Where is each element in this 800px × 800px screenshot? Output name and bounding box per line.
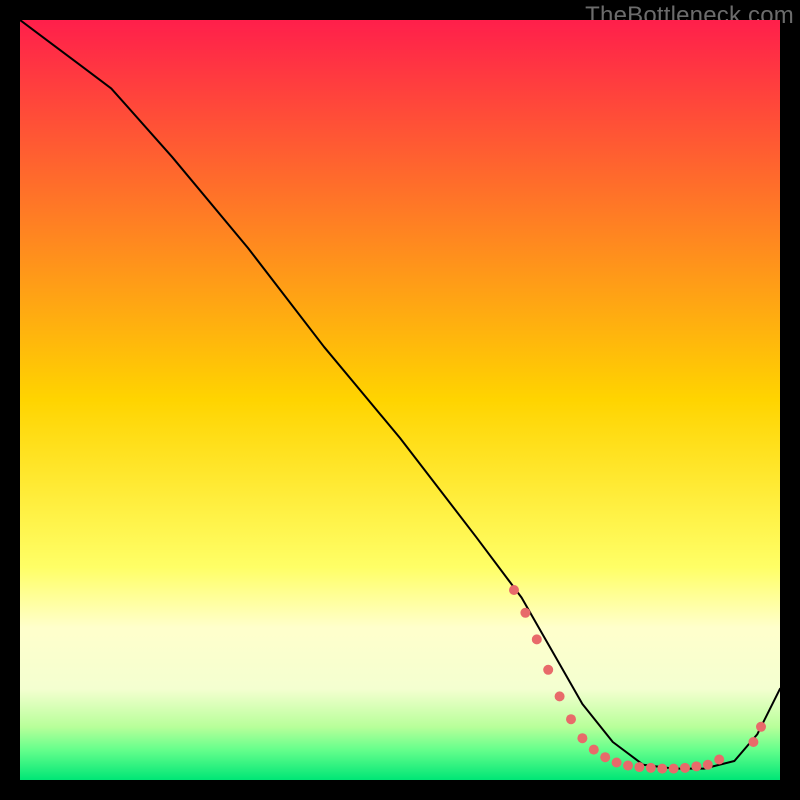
highlight-dot <box>669 764 679 774</box>
highlight-dot <box>520 608 530 618</box>
chart-stage: TheBottleneck.com <box>0 0 800 800</box>
highlight-dot <box>623 761 633 771</box>
highlight-dot <box>589 745 599 755</box>
highlight-dot <box>703 760 713 770</box>
highlight-dot <box>691 761 701 771</box>
highlight-dot <box>532 634 542 644</box>
highlight-dot <box>577 733 587 743</box>
highlight-dot <box>612 758 622 768</box>
highlight-dot <box>714 754 724 764</box>
highlight-dot <box>566 714 576 724</box>
highlight-dot <box>748 737 758 747</box>
highlight-dot <box>680 763 690 773</box>
highlight-dot <box>509 585 519 595</box>
chart-svg <box>20 20 780 780</box>
highlight-dot <box>555 691 565 701</box>
highlight-dot <box>756 722 766 732</box>
highlight-dot <box>600 752 610 762</box>
highlight-dot <box>543 665 553 675</box>
highlight-dot <box>646 763 656 773</box>
highlight-dot <box>634 762 644 772</box>
gradient-background <box>20 20 780 780</box>
highlight-dot <box>657 764 667 774</box>
